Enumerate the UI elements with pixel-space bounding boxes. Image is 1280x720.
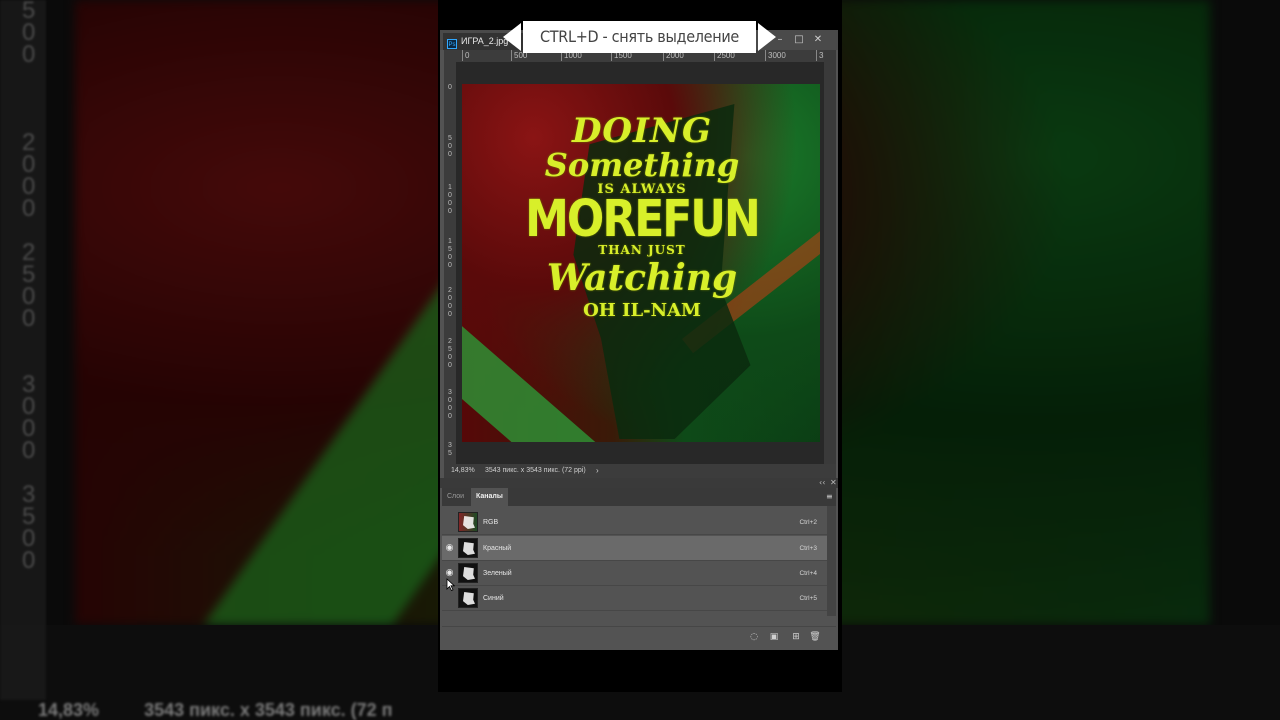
status-bar: 14,83% 3543 пикс. x 3543 пикс. (72 ppi) …: [444, 464, 836, 478]
banner-right-point: [758, 23, 776, 51]
panel-tabs: Слои Каналы ≡: [442, 488, 836, 506]
channel-thumbnail: [458, 588, 478, 608]
channel-row-red[interactable]: ◉ Красный Ctrl+3: [442, 536, 827, 561]
save-selection-icon[interactable]: ▣: [768, 631, 780, 643]
artwork-lettering: DOING Something IS ALWAYS MOREFUN THAN J…: [522, 114, 762, 324]
visibility-eye-icon[interactable]: ◉: [444, 593, 455, 604]
channels-list: ◉ RGB Ctrl+2 ◉ Красный Ctrl+3 ◉ Зеленый …: [442, 506, 827, 646]
channel-shortcut: Ctrl+2: [799, 519, 817, 526]
ruler-left-tick: 1 0 0 0: [448, 184, 452, 215]
panel-scrollbar[interactable]: [827, 506, 836, 616]
channel-name: Зеленый: [483, 570, 512, 577]
bottom-strip: [440, 650, 838, 692]
tab-channels[interactable]: Каналы: [471, 488, 508, 506]
document-scrollbar[interactable]: [824, 50, 836, 464]
ruler-corner: [444, 50, 458, 62]
collapse-panel-icon[interactable]: ‹‹: [819, 478, 825, 488]
artwork-line: MOREFUN: [525, 190, 761, 249]
status-menu-arrow[interactable]: ›: [596, 464, 599, 478]
ruler-left-tick: 1 5 0 0: [448, 238, 452, 269]
artwork-line: DOING: [571, 111, 713, 151]
load-selection-icon[interactable]: ◌: [748, 631, 760, 643]
channel-shortcut: Ctrl+5: [799, 595, 817, 602]
banner-text: CTRL+D - снять выделение: [540, 27, 739, 46]
channel-row-green[interactable]: ◉ Зеленый Ctrl+4: [442, 561, 827, 586]
channel-thumbnail: [458, 563, 478, 583]
tab-layers[interactable]: Слои: [442, 488, 469, 506]
ruler-left-tick: 0: [448, 84, 452, 91]
zoom-level[interactable]: 14,83%: [451, 464, 475, 478]
panel-header-bar: ‹‹ ✕: [440, 478, 838, 488]
artwork-line: Watching: [546, 257, 738, 299]
ruler-left-tick: 3 0 0 0: [448, 389, 452, 420]
ruler-left-tick: 5 0 0: [448, 135, 452, 158]
trash-icon[interactable]: 🗑: [809, 631, 821, 643]
artwork-line: Something: [544, 146, 740, 184]
ruler-top-tick: 0: [462, 50, 469, 61]
vertical-ruler[interactable]: 0 5 0 0 1 0 0 0 1 5 0 0 2 0 0 0 2 5 0 0 …: [444, 62, 456, 464]
maximize-button[interactable]: □: [791, 33, 807, 47]
ruler-left-tick: 2 0 0 0: [448, 287, 452, 318]
ruler-left-tick: 2 5 0 0: [448, 338, 452, 369]
channel-shortcut: Ctrl+4: [799, 570, 817, 577]
artwork-line: OH IL-NAM: [583, 300, 701, 321]
ruler-top-tick: 35: [816, 50, 824, 61]
channel-shortcut: Ctrl+3: [799, 545, 817, 552]
banner-left-point: [503, 23, 521, 51]
close-window-button[interactable]: ✕: [810, 33, 826, 47]
channel-name: RGB: [483, 519, 499, 526]
channel-name: Синий: [483, 595, 504, 602]
channel-thumbnail: [458, 512, 478, 532]
channel-row-blue[interactable]: ◉ Синий Ctrl+5: [442, 586, 827, 611]
channel-name: Красный: [483, 545, 512, 552]
channel-row-rgb[interactable]: ◉ RGB Ctrl+2: [442, 510, 827, 535]
photoshop-icon: Ps: [447, 39, 457, 49]
visibility-eye-icon[interactable]: ◉: [444, 517, 455, 528]
document-size: 3543 пикс. x 3543 пикс. (72 ppi): [485, 467, 586, 474]
panel-menu-icon[interactable]: ≡: [826, 493, 833, 501]
caption-banner: CTRL+D - снять выделение: [503, 21, 776, 53]
document-image[interactable]: DOING Something IS ALWAYS MOREFUN THAN J…: [462, 84, 820, 442]
channel-thumbnail: [458, 538, 478, 558]
new-channel-icon[interactable]: ⊞: [790, 631, 802, 643]
visibility-eye-icon[interactable]: ◉: [444, 543, 455, 554]
mouse-pointer-icon: [446, 578, 455, 591]
panel-footer: ◌ ▣ ⊞ 🗑: [442, 626, 836, 647]
ruler-left-tick: 3 5: [448, 442, 452, 457]
close-panel-icon[interactable]: ✕: [830, 478, 837, 488]
